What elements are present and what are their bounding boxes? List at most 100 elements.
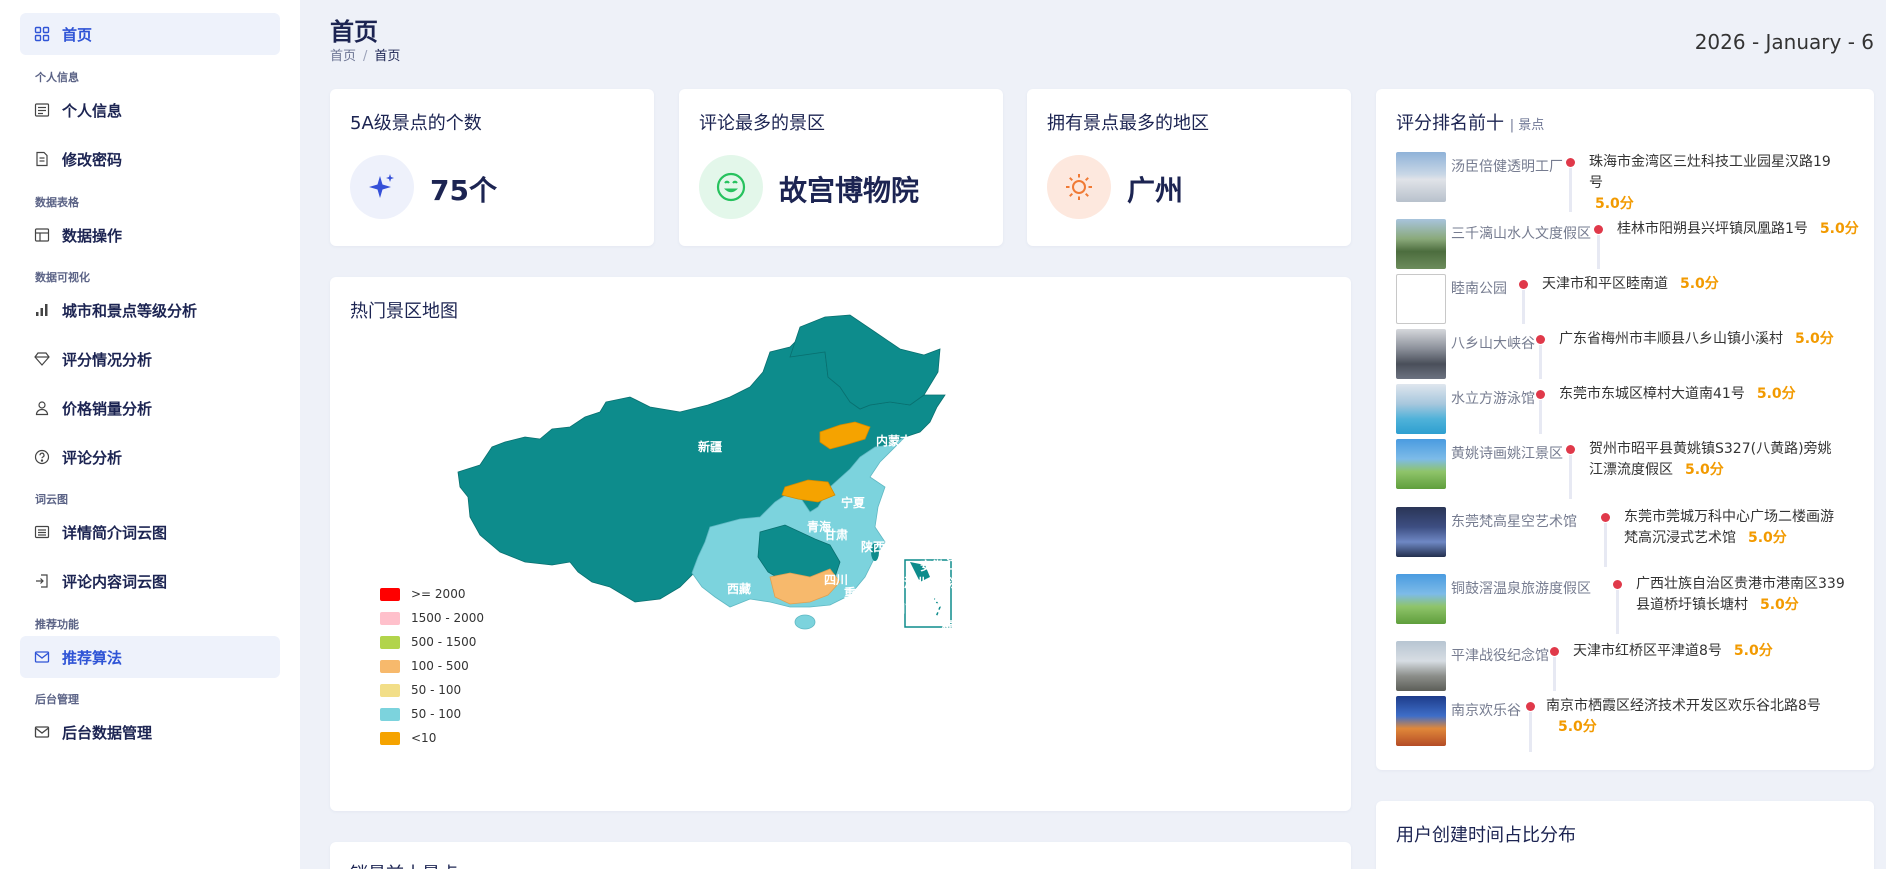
login-icon <box>34 573 50 589</box>
timeline-dot <box>1519 280 1528 289</box>
ranking-item[interactable]: 三千漓山水人文度假区 桂林市阳朔县兴坪镇凤凰路1号 5.0分 <box>1396 219 1859 271</box>
ranking-item[interactable]: 八乡山大峡谷 广东省梅州市丰顺县八乡山镇小溪村 5.0分 <box>1396 329 1846 381</box>
ranking-item[interactable]: 黄姚诗画姚江景区 贺州市昭平县黄姚镇S327(八黄路)旁姚江漂流度假区 5.0分 <box>1396 439 1846 499</box>
sidebar-item-score[interactable]: 评分情况分析 <box>20 338 280 380</box>
mail-icon <box>34 724 50 740</box>
province-label: 湖南 <box>893 601 917 616</box>
sidebar-item-profile[interactable]: 个人信息 <box>20 89 280 131</box>
sidebar-item-city-level[interactable]: 城市和景点等级分析 <box>20 289 280 331</box>
timeline-dot <box>1601 513 1610 522</box>
legend-swatch <box>380 731 400 745</box>
spot-thumbnail <box>1396 641 1446 691</box>
sidebar-item-label: 首页 <box>62 25 93 44</box>
map-hainan-region[interactable] <box>794 614 816 630</box>
sidebar-item-password[interactable]: 修改密码 <box>20 138 280 180</box>
ranking-title: 评分排名前十 | 景点 <box>1396 109 1544 135</box>
timeline-line <box>1597 235 1600 269</box>
province-label: 广西 <box>858 652 882 667</box>
spot-score: 5.0分 <box>1595 196 1634 212</box>
help-circle-icon <box>34 449 50 465</box>
legend-item[interactable]: >= 2000 <box>380 587 465 601</box>
spot-address-text: 天津市和平区睦南道 <box>1542 276 1668 292</box>
sidebar-item-label: 城市和景点等级分析 <box>62 301 198 320</box>
spot-score: 5.0分 <box>1733 643 1773 659</box>
spot-address: 广东省梅州市丰顺县八乡山镇小溪村 5.0分 <box>1559 329 1834 350</box>
ranking-subtitle: | 景点 <box>1509 118 1545 133</box>
province-label: 辽宁 <box>972 460 996 475</box>
card-title: 用户创建时间占比分布 <box>1396 825 1576 846</box>
sun-icon <box>1047 155 1111 219</box>
province-label: 黑龙江 <box>990 418 1026 433</box>
ranking-item[interactable]: 南京欢乐谷 南京市栖霞区经济技术开发区欢乐谷北路8号 5.0分 <box>1396 696 1846 752</box>
spot-name: 东莞梵高星空艺术馆 <box>1451 514 1577 530</box>
spot-address-text: 广西壮族自治区贵港市港南区339县道桥圩镇长塘村 <box>1636 576 1845 613</box>
legend-item[interactable]: 100 - 500 <box>380 659 469 673</box>
legend-swatch <box>380 683 400 697</box>
spot-score: 5.0分 <box>1680 276 1719 292</box>
stat-card-5a-count: 5A级景点的个数 75个 <box>330 89 654 246</box>
spot-thumbnail <box>1396 384 1446 434</box>
spot-name: 水立方游泳馆 <box>1451 391 1535 407</box>
province-label: 山东 <box>925 513 949 528</box>
ranking-item[interactable]: 东莞梵高星空艺术馆 东莞市莞城万科中心广场二楼画游梵高沉浸式艺术馆 5.0分 <box>1396 507 1846 567</box>
legend-item[interactable]: <10 <box>380 731 436 745</box>
ranking-title-text: 评分排名前十 <box>1396 113 1504 134</box>
timeline-dot <box>1566 158 1575 167</box>
sidebar-item-home[interactable]: 首页 <box>20 13 280 55</box>
sidebar-item-data-ops[interactable]: 数据操作 <box>20 214 280 256</box>
sidebar-item-admin[interactable]: 后台数据管理 <box>20 711 280 753</box>
spot-thumbnail <box>1396 152 1446 202</box>
ranking-item[interactable]: 睦南公园 天津市和平区睦南道 5.0分 <box>1396 274 1846 326</box>
sidebar-item-recommend[interactable]: 推荐算法 <box>20 636 280 678</box>
province-label: 江西 <box>917 592 941 607</box>
sidebar-item-price-sales[interactable]: 价格销量分析 <box>20 387 280 429</box>
spot-name: 铜鼓滘温泉旅游度假区 <box>1451 581 1591 597</box>
province-label: 浙江 <box>948 575 972 590</box>
china-map[interactable]: 新疆 西藏 内蒙古 黑龙江 吉林 辽宁 北京 天津 宁夏 青海 甘肃 山西 河北… <box>330 277 1351 811</box>
hot-spots-map-card: 热门景区地图 新疆 西藏 内蒙古 黑龙江 吉林 辽宁 北京 天津 宁夏 青海 甘… <box>330 277 1351 811</box>
province-label: 新疆 <box>698 439 722 454</box>
ranking-item[interactable]: 水立方游泳馆 东莞市东城区樟村大道南41号 5.0分 <box>1396 384 1846 436</box>
timeline-line <box>1539 400 1542 434</box>
breadcrumb: 首页 / 首页 <box>330 45 400 64</box>
legend-swatch <box>380 635 400 649</box>
legend-item[interactable]: 50 - 100 <box>380 683 461 697</box>
legend-swatch <box>380 611 400 625</box>
stat-card-most-region: 拥有景点最多的地区 广州 <box>1027 89 1351 246</box>
spot-address: 桂林市阳朔县兴坪镇凤凰路1号 5.0分 <box>1617 219 1859 240</box>
spot-address-text: 东莞市东城区樟村大道南41号 <box>1559 386 1745 402</box>
legend-item[interactable]: 1500 - 2000 <box>380 611 484 625</box>
timeline-line <box>1553 657 1556 691</box>
sidebar-item-comments[interactable]: 评论分析 <box>20 436 280 478</box>
page-title: 首页 <box>330 18 378 46</box>
profile-card-icon <box>34 102 50 118</box>
ranking-item[interactable]: 汤臣倍健透明工厂 珠海市金湾区三灶科技工业园星汉路19号 5.0分 <box>1396 152 1846 212</box>
spot-address-text: 桂林市阳朔县兴坪镇凤凰路1号 <box>1617 221 1808 237</box>
current-date: 2026 - January - 6 <box>1694 30 1874 54</box>
spot-name: 平津战役纪念馆 <box>1451 648 1549 664</box>
legend-label: 50 - 100 <box>411 707 462 721</box>
stat-value: 故宫博物院 <box>779 174 920 207</box>
grid-icon <box>34 26 50 42</box>
spot-score: 5.0分 <box>1760 597 1799 613</box>
legend-item[interactable]: 500 - 1500 <box>380 635 476 649</box>
sidebar-item-comment-cloud[interactable]: 评论内容词云图 <box>20 560 280 602</box>
breadcrumb-home-link[interactable]: 首页 <box>330 49 356 64</box>
section-viz: 数据可视化 <box>35 271 90 284</box>
spot-name: 南京欢乐谷 <box>1451 703 1521 719</box>
timeline-line <box>1522 290 1525 324</box>
province-label: 河南 <box>897 535 922 550</box>
sidebar-item-label: 评论内容词云图 <box>62 572 168 591</box>
sidebar-item-detail-cloud[interactable]: 详情简介词云图 <box>20 511 280 553</box>
legend-item[interactable]: 50 - 100 <box>380 707 461 721</box>
spot-thumbnail <box>1396 696 1446 746</box>
spot-score: 5.0分 <box>1819 221 1859 237</box>
list-icon <box>34 524 50 540</box>
stat-value: 75个 <box>430 174 497 207</box>
smile-icon <box>699 155 763 219</box>
ranking-item[interactable]: 铜鼓滘温泉旅游度假区 广西壮族自治区贵港市港南区339县道桥圩镇长塘村 5.0分 <box>1396 574 1846 634</box>
province-label: 内蒙古 <box>876 433 912 448</box>
spot-address: 东莞市东城区樟村大道南41号 5.0分 <box>1559 384 1796 405</box>
spot-address: 珠海市金湾区三灶科技工业园星汉路19号 5.0分 <box>1589 152 1844 215</box>
ranking-item[interactable]: 平津战役纪念馆 天津市红桥区平津道8号 5.0分 <box>1396 641 1846 693</box>
